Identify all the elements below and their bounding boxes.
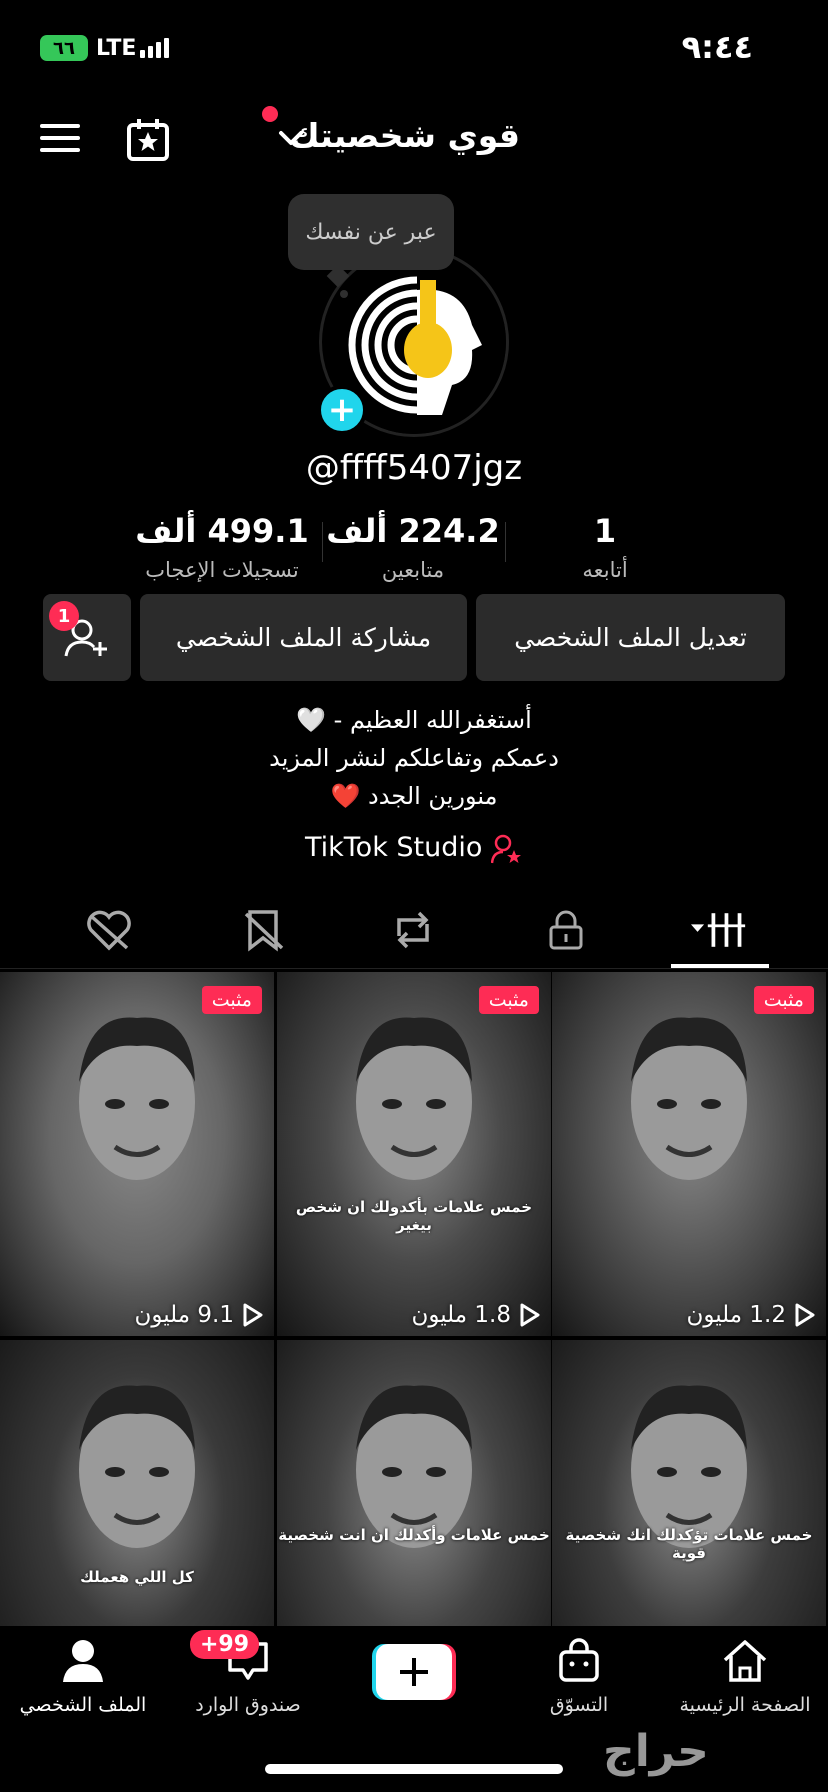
watermark: حراج	[603, 1726, 709, 1777]
bio-line-2: دعمكم وتفاعلكم لنشر المزيد	[269, 744, 559, 772]
share-profile-button[interactable]: مشاركة الملف الشخصي	[140, 594, 467, 681]
tab-liked[interactable]	[81, 902, 137, 958]
view-count: 1.2 مليون	[686, 1302, 816, 1328]
play-icon	[243, 1303, 263, 1327]
likes-stat[interactable]: 499.1 ألف تسجيلات الإعجاب	[122, 512, 322, 582]
likes-label: تسجيلات الإعجاب	[145, 558, 299, 582]
tab-favorites[interactable]	[236, 902, 292, 958]
tab-private[interactable]	[538, 902, 594, 958]
create-button[interactable]	[372, 1644, 456, 1700]
video-tile[interactable]: مثبت 1.2 مليون	[552, 972, 826, 1336]
videos-grid-icon	[691, 913, 746, 947]
shopping-bag-icon	[559, 1638, 599, 1682]
profile-icon	[63, 1640, 103, 1682]
battery-indicator: ٦٦	[40, 35, 88, 61]
nav-inbox-label: صندوق الوارد	[195, 1694, 301, 1716]
thumbnail-face	[631, 1017, 747, 1180]
signal-icon	[140, 38, 169, 58]
thumbnail-face	[356, 1017, 472, 1180]
bio-tooltip[interactable]: عبر عن نفسك	[288, 194, 454, 270]
video-caption: خمس علامات بأكدولك ان شخص بيغير	[295, 1198, 533, 1234]
followers-count: 224.2 ألف	[326, 512, 500, 550]
view-count: 1.8 مليون	[411, 1302, 541, 1328]
view-count-value: 9.1 مليون	[134, 1302, 234, 1328]
friend-request-badge: 1	[49, 601, 79, 631]
home-indicator[interactable]	[265, 1764, 563, 1774]
bookmark-hidden-icon	[244, 910, 284, 952]
menu-icon[interactable]	[40, 122, 80, 154]
profile-handle: @ffff5407jgz	[305, 448, 523, 488]
video-caption: خمس علامات وأكدلك ان انت شخصية	[278, 1526, 550, 1544]
pinned-badge: مثبت	[478, 986, 539, 1014]
pinned-badge: مثبت	[201, 986, 262, 1014]
bio-line-1: أستغفرالله العظيم - 🤍	[296, 706, 532, 734]
tiktok-studio-link[interactable]: TikTok Studio	[0, 832, 828, 864]
followers-label: متابعين	[381, 558, 445, 582]
tab-reposts[interactable]	[385, 902, 441, 958]
thumbnail-face	[356, 1385, 472, 1548]
battery-level: ٦٦	[53, 37, 75, 59]
stat-divider	[322, 522, 323, 562]
tooltip-dot	[340, 290, 348, 298]
view-count-value: 1.2 مليون	[686, 1302, 786, 1328]
network-type: LTE	[96, 36, 137, 61]
studio-icon	[490, 834, 522, 863]
video-tile[interactable]: مثبت خمس علامات بأكدولك ان شخص بيغير 1.8 م…	[277, 972, 551, 1336]
status-time: ٩:٤٤	[681, 28, 753, 66]
thumbnail-face	[79, 1385, 195, 1548]
view-count-value: 1.8 مليون	[411, 1302, 511, 1328]
video-caption: خمس علامات تؤكدلك انك شخصية قوية	[565, 1526, 813, 1562]
nav-profile[interactable]: الملف الشخصي	[0, 1638, 166, 1716]
nav-home-label: الصفحة الرئيسية	[679, 1694, 811, 1716]
view-count: 9.1 مليون	[134, 1302, 264, 1328]
play-icon	[520, 1303, 540, 1327]
edit-profile-button[interactable]: تعديل الملف الشخصي	[476, 594, 785, 681]
notification-dot	[262, 106, 278, 122]
video-tile[interactable]: مثبت 9.1 مليون	[0, 972, 274, 1336]
nav-home[interactable]: الصفحة الرئيسية	[662, 1638, 828, 1716]
following-count: 1	[593, 512, 617, 550]
inbox-badge: +99	[190, 1630, 260, 1659]
video-caption: كل اللي هعملك	[80, 1568, 194, 1586]
nav-shop[interactable]: التسوّق	[496, 1638, 662, 1716]
tabs-divider	[0, 968, 828, 969]
nav-profile-label: الملف الشخصي	[19, 1694, 147, 1716]
following-stat[interactable]: 1 أتابعه	[512, 512, 698, 582]
lock-icon	[549, 910, 583, 950]
thumbnail-face	[79, 1017, 195, 1180]
home-icon	[723, 1640, 767, 1682]
add-story-button[interactable]: +	[317, 385, 367, 435]
calendar-star-icon[interactable]	[126, 118, 170, 162]
followers-stat[interactable]: 224.2 ألف متابعين	[320, 512, 506, 582]
studio-label: TikTok Studio	[304, 832, 483, 863]
nav-shop-label: التسوّق	[549, 1694, 609, 1716]
likes-count: 499.1 ألف	[135, 512, 309, 550]
account-switcher[interactable]: قوي شخصيتك	[290, 116, 520, 155]
tab-videos[interactable]	[691, 902, 747, 958]
bio-line-3: منورين الجدد ❤️	[330, 782, 498, 810]
following-label: أتابعه	[582, 558, 628, 582]
liked-hidden-icon	[87, 910, 131, 951]
pinned-badge: مثبت	[753, 986, 814, 1014]
repost-icon	[397, 911, 429, 949]
play-icon	[795, 1303, 815, 1327]
